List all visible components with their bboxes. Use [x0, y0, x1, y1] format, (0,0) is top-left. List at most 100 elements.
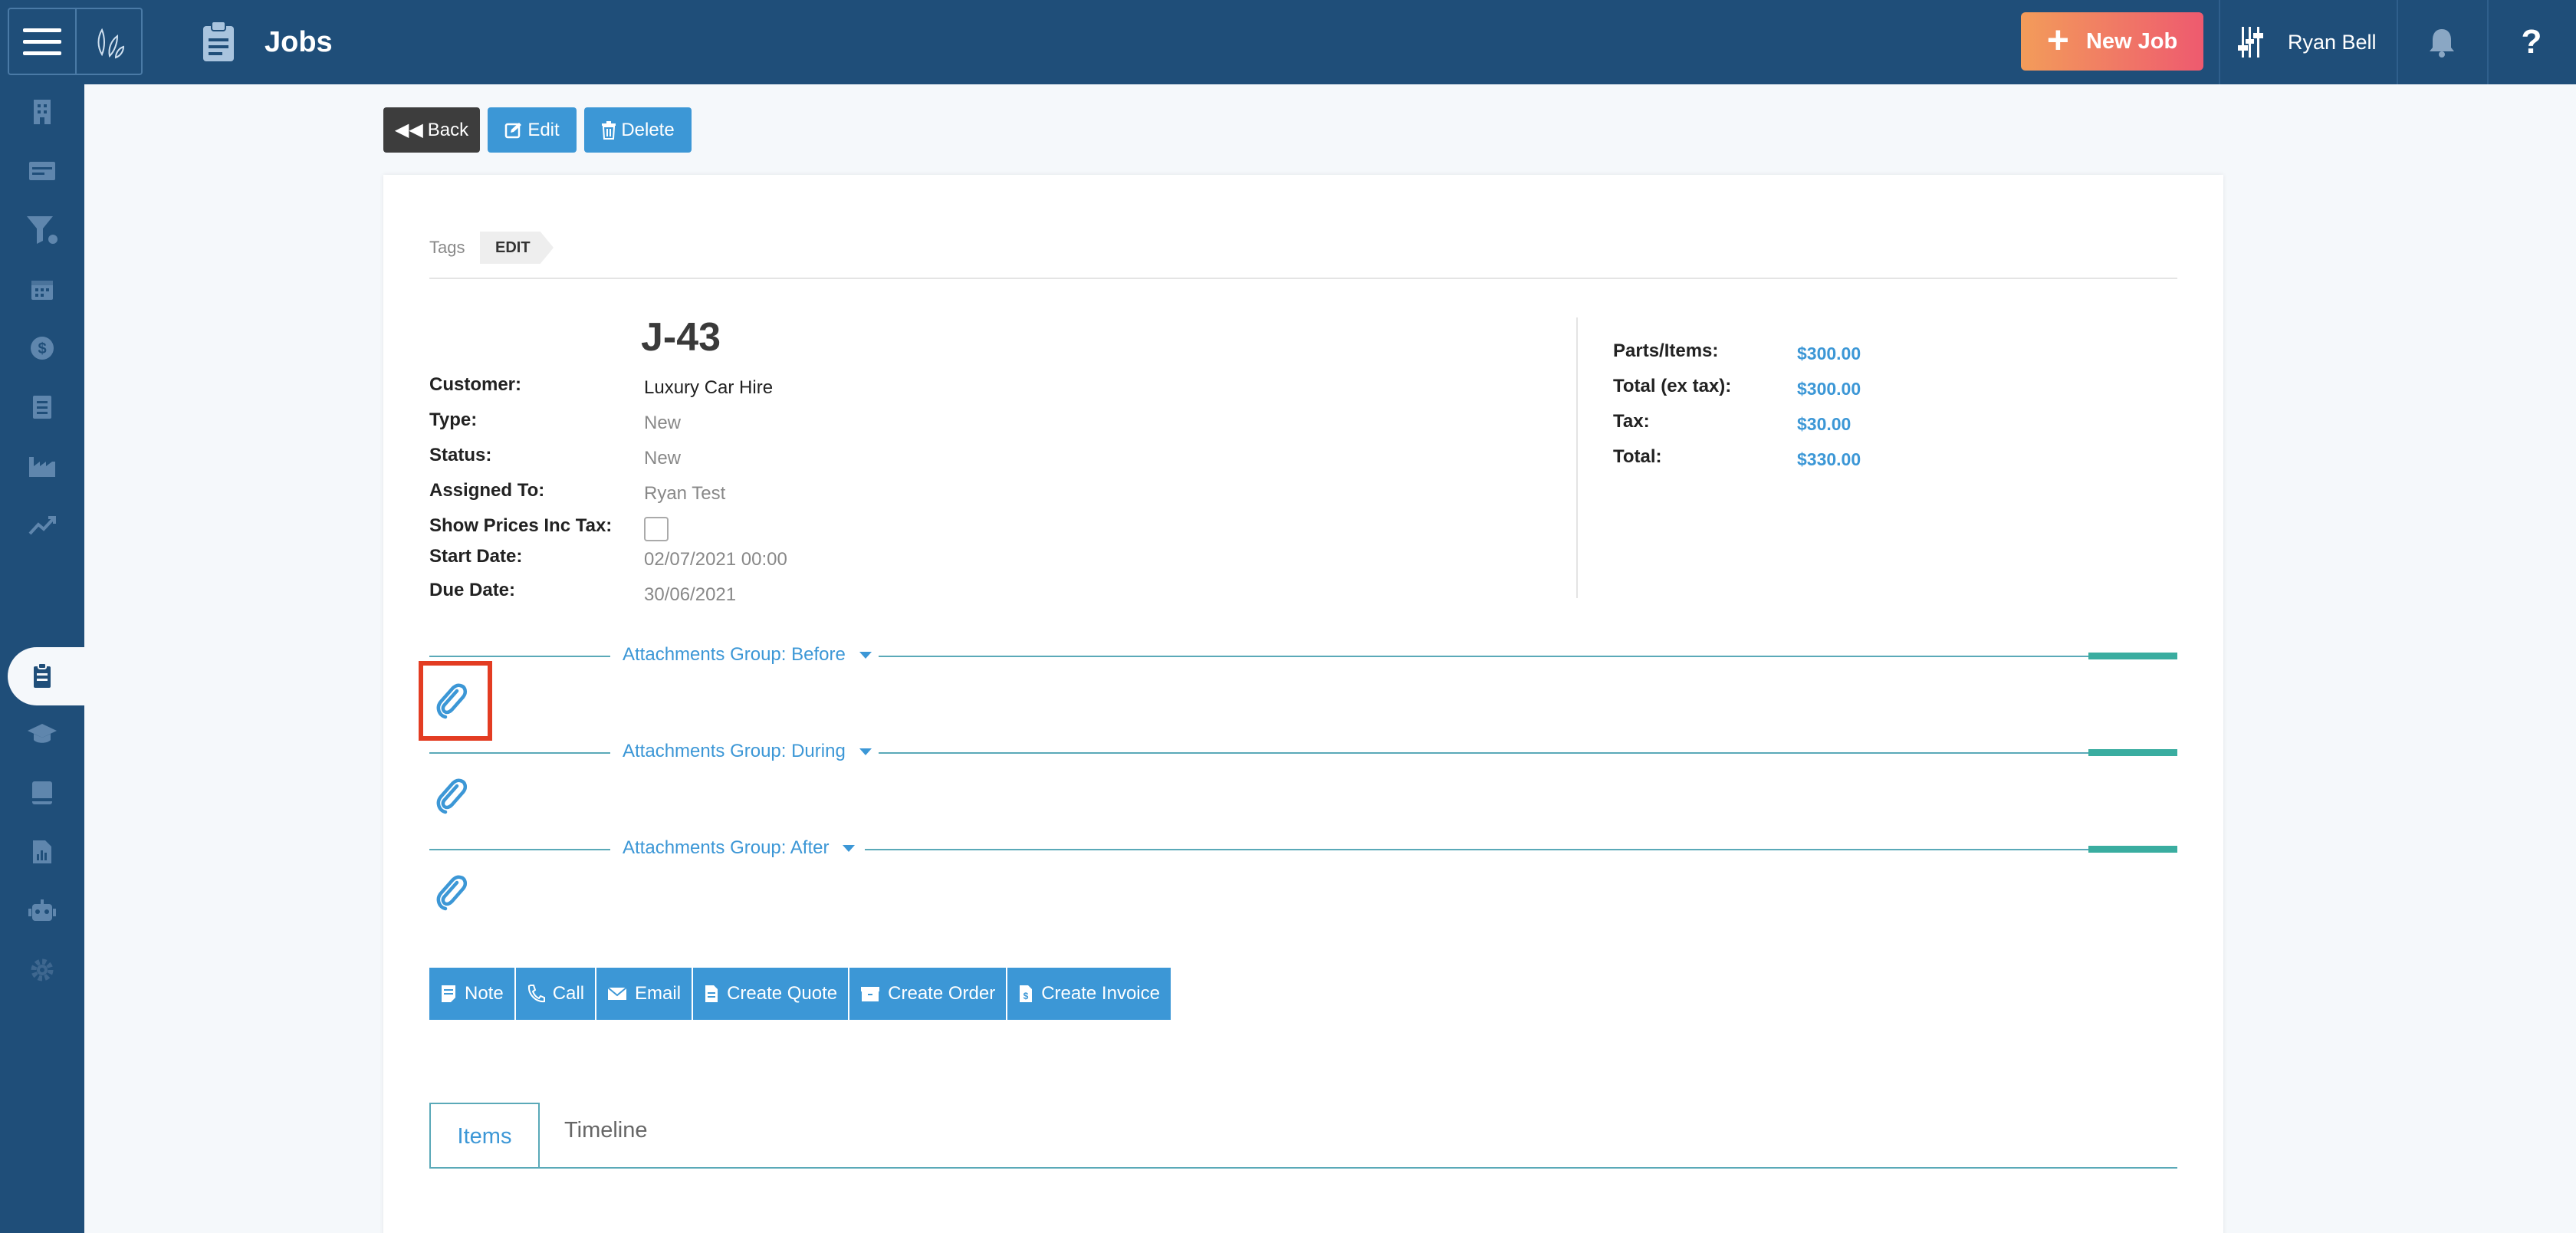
sliders-icon [2238, 27, 2263, 58]
sidebar-item-contacts[interactable] [0, 143, 84, 199]
svg-text:$: $ [38, 340, 46, 357]
assigned-to-value: Ryan Test [644, 483, 726, 504]
attachments-before-progress [2088, 653, 2177, 659]
sidebar-item-jobs[interactable] [0, 648, 84, 703]
paperclip-icon [436, 778, 468, 814]
attachments-during-line [429, 752, 610, 754]
sidebar-item-training[interactable] [0, 706, 84, 761]
top-bar: Jobs + New Job Ryan Bell ? [0, 0, 2576, 84]
customer-label: Customer: [429, 374, 522, 395]
column-divider [1576, 317, 1578, 598]
tab-underline [429, 1167, 2177, 1169]
app-logo[interactable] [77, 8, 143, 75]
edit-icon [505, 122, 522, 138]
sidebar-item-companies[interactable] [0, 84, 84, 140]
card-icon [29, 162, 55, 180]
delete-button[interactable]: Delete [584, 107, 692, 153]
invoice-icon: $ [1020, 985, 1033, 1002]
attachments-after-progress [2088, 846, 2177, 853]
sidebar-item-lists[interactable] [0, 380, 84, 435]
sidebar-item-sales[interactable]: $ [0, 321, 84, 376]
phone-icon [527, 985, 545, 1003]
total-ex-tax-value: $300.00 [1797, 379, 1861, 399]
attachments-after-title: Attachments Group: After [623, 837, 830, 858]
attach-during-button[interactable] [431, 773, 474, 819]
sidebar-item-knowledge[interactable] [0, 765, 84, 820]
back-button[interactable]: ◀◀ Back [383, 107, 480, 153]
start-date-value: 02/07/2021 00:00 [644, 549, 787, 570]
customer-value[interactable]: Luxury Car Hire [644, 377, 773, 399]
parts-items-label: Parts/Items: [1613, 340, 1719, 361]
type-value: New [644, 413, 682, 433]
dollar-icon: $ [31, 337, 54, 360]
calendar-icon [31, 281, 53, 300]
sidebar-item-reports[interactable] [0, 824, 84, 880]
user-menu[interactable]: Ryan Bell [2220, 0, 2397, 84]
attachments-during-toggle[interactable]: Attachments Group: During [623, 741, 872, 762]
hamburger-line [23, 28, 61, 32]
bell-icon [2430, 29, 2454, 58]
edit-tags-button[interactable]: EDIT [480, 232, 554, 264]
back-label: Back [427, 119, 469, 140]
tax-value: $30.00 [1797, 414, 1852, 434]
trend-icon [28, 516, 56, 535]
note-icon [442, 985, 455, 1002]
tab-timeline[interactable]: Timeline [564, 1118, 648, 1143]
attachments-before-line [429, 656, 610, 657]
menu-toggle-button[interactable] [8, 8, 77, 75]
attachments-after-line [865, 849, 2088, 850]
page-title: Jobs [264, 26, 333, 58]
action-button-group: Note Call Email Create Quote Create Orde… [429, 968, 1171, 1020]
sidebar-item-settings[interactable] [0, 942, 84, 998]
graduation-icon [28, 724, 57, 743]
call-button[interactable]: Call [515, 968, 596, 1020]
job-number: J-43 [641, 315, 721, 360]
edit-button[interactable]: Edit [488, 107, 577, 153]
envelope-icon [607, 987, 627, 1000]
create-order-label: Create Order [888, 983, 996, 1004]
funnel-icon [27, 216, 59, 245]
notifications-button[interactable] [2397, 0, 2487, 84]
attach-after-button[interactable] [431, 870, 474, 916]
attachments-before-title: Attachments Group: Before [623, 644, 846, 665]
assigned-to-label: Assigned To: [429, 480, 545, 501]
attachments-after-toggle[interactable]: Attachments Group: After [623, 837, 856, 859]
note-button[interactable]: Note [429, 968, 514, 1020]
caret-down-icon [859, 748, 872, 755]
clipboard-icon [34, 663, 51, 688]
attachments-during-line [879, 752, 2088, 754]
total-label: Total: [1613, 446, 1662, 467]
sidebar-item-calendar[interactable] [0, 261, 84, 317]
email-button[interactable]: Email [596, 968, 692, 1020]
gear-icon [31, 958, 54, 981]
sidebar-item-analytics[interactable] [0, 498, 84, 553]
start-date-label: Start Date: [429, 546, 523, 567]
total-ex-tax-label: Total (ex tax): [1613, 376, 1732, 396]
create-quote-button[interactable]: Create Quote [693, 968, 849, 1020]
show-prices-label: Show Prices Inc Tax: [429, 515, 613, 536]
create-invoice-button[interactable]: $ Create Invoice [1007, 968, 1171, 1020]
trash-icon [602, 120, 616, 140]
sidebar-item-leads[interactable] [0, 202, 84, 258]
parts-items-value: $300.00 [1797, 344, 1861, 363]
caret-down-icon [859, 651, 872, 659]
new-job-button[interactable]: + New Job [2021, 12, 2203, 71]
tab-items[interactable]: Items [429, 1103, 540, 1169]
create-order-button[interactable]: Create Order [849, 968, 1007, 1020]
hamburger-line [23, 51, 61, 55]
box-icon [861, 987, 880, 1001]
sidebar-item-manufacturing[interactable] [0, 439, 84, 494]
building-icon [34, 100, 51, 124]
list-icon [33, 396, 51, 419]
sidebar-item-automation[interactable] [0, 883, 84, 939]
edit-label: Edit [527, 119, 560, 140]
sidebar: $ [0, 84, 107, 1233]
call-label: Call [552, 983, 585, 1004]
help-button[interactable]: ? [2487, 0, 2576, 84]
plus-icon: + [2046, 18, 2069, 61]
show-prices-checkbox[interactable] [644, 517, 669, 541]
quote-icon [705, 985, 718, 1002]
attachments-before-toggle[interactable]: Attachments Group: Before [623, 644, 872, 666]
email-label: Email [635, 983, 682, 1004]
total-value: $330.00 [1797, 449, 1861, 469]
